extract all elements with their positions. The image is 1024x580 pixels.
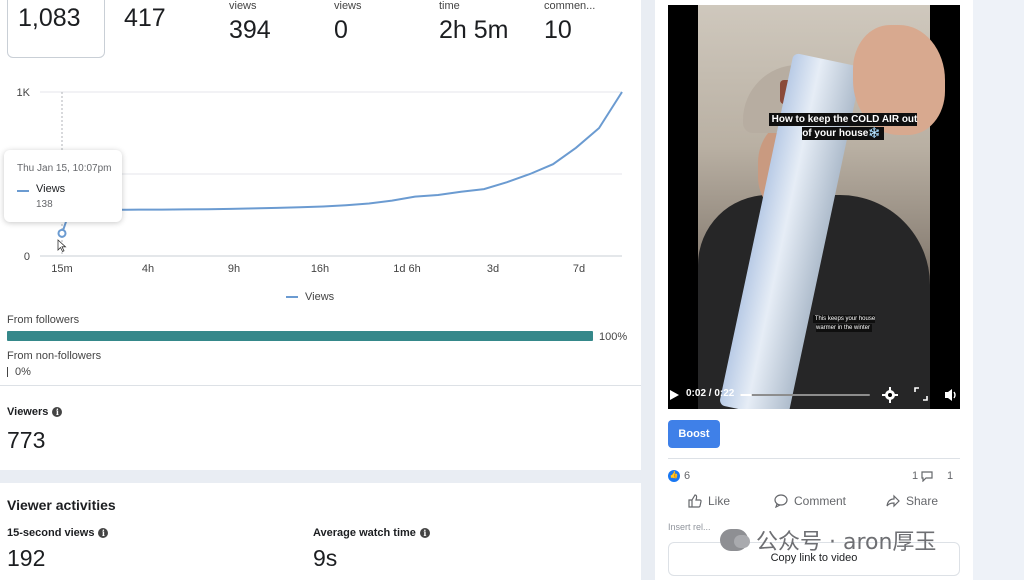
- video-caption-bottom: This keeps your house warmer in the wint…: [806, 315, 882, 333]
- watermark: 公众号 · aron厚玉: [720, 524, 936, 556]
- share-button[interactable]: Share: [886, 494, 938, 508]
- like-button[interactable]: Like: [688, 494, 730, 508]
- viewer-activities-panel: Viewer activities 15-second views i 192 …: [0, 483, 641, 580]
- post-preview-panel: How to keep the COLD AIR out of your hou…: [655, 0, 973, 580]
- non-followers-pct: 0%: [15, 366, 31, 378]
- fifteen-second-views-heading: 15-second views i: [7, 527, 109, 539]
- like-reaction-icon: 👍: [668, 470, 680, 482]
- tooltip-series-swatch: [17, 190, 29, 192]
- post-action-bar: Like Comment Share: [668, 494, 960, 514]
- chart-legend[interactable]: Views: [286, 291, 334, 303]
- video-time: 0:02 / 0:22: [686, 388, 735, 399]
- stat-label: 15-second views: [7, 527, 95, 539]
- non-followers-bar: [7, 367, 8, 377]
- views-series-line: [61, 91, 623, 234]
- followers-label: From followers: [7, 314, 80, 326]
- x-tick-label: 7d: [573, 263, 585, 275]
- viewers-heading: Viewers i: [7, 406, 63, 418]
- reactions-summary[interactable]: 👍 6: [668, 470, 690, 482]
- legend-label: Views: [305, 291, 335, 303]
- stat-value: 2h 5m: [439, 16, 509, 44]
- share-label: Share: [906, 494, 939, 508]
- stat-label: views: [229, 0, 257, 12]
- stat-label: commen...: [544, 0, 596, 12]
- non-followers-label: From non-followers: [7, 350, 102, 362]
- reactions-count: 6: [684, 470, 691, 482]
- stat-value: 417: [124, 4, 166, 32]
- x-tick-label: 15m: [51, 263, 72, 275]
- x-tick-label: 4h: [142, 263, 154, 275]
- info-icon[interactable]: i: [52, 407, 63, 417]
- y-tick-label: 1K: [17, 87, 31, 99]
- stat-value: 1,083: [18, 4, 81, 32]
- legend-swatch: [286, 296, 298, 298]
- x-tick-label: 16h: [311, 263, 329, 275]
- post-divider: [668, 458, 960, 459]
- followers-bar: [7, 331, 593, 341]
- info-icon[interactable]: i: [98, 528, 109, 538]
- tooltip-series-name: Views: [36, 183, 66, 195]
- video-player[interactable]: How to keep the COLD AIR out of your hou…: [668, 5, 960, 409]
- y-tick-label: 0: [24, 251, 30, 263]
- comment-button[interactable]: Comment: [774, 494, 846, 508]
- comment-bubble-icon: [921, 471, 933, 482]
- shares-count[interactable]: 1: [947, 470, 953, 482]
- embed-label: Insert rel...: [668, 522, 711, 532]
- average-watch-time-heading: Average watch time i: [313, 527, 430, 539]
- stat-label: Average watch time: [313, 527, 416, 539]
- watermark-text: 公众号 · aron厚玉: [756, 530, 937, 555]
- section-title: Viewer activities: [7, 497, 116, 513]
- play-icon[interactable]: [668, 389, 680, 401]
- shares-count-value: 1: [947, 470, 954, 482]
- insights-panel: 1,083 417 views 394 views 0 time 2h 5m c…: [0, 0, 641, 470]
- views-data-point[interactable]: [57, 228, 67, 238]
- page-background-strip: [973, 0, 1024, 580]
- comment-label: Comment: [794, 494, 847, 508]
- video-frame: How to keep the COLD AIR out of your hou…: [698, 5, 945, 409]
- stat-label: views: [334, 0, 362, 12]
- fullscreen-icon[interactable]: [914, 387, 928, 401]
- stat-label: time: [439, 0, 460, 12]
- comments-count-value: 1: [912, 470, 919, 482]
- fifteen-second-views-value: 192: [7, 545, 46, 571]
- chart-tooltip: Thu Jan 15, 10:07pm Views 138: [4, 150, 122, 222]
- x-tick-label: 1d 6h: [393, 263, 421, 275]
- video-progress-fill: [740, 394, 752, 396]
- stat-value: 0: [334, 16, 348, 44]
- comment-icon: [774, 494, 788, 508]
- video-progress-bar[interactable]: [740, 394, 870, 396]
- viewers-value: 773: [7, 427, 46, 453]
- stat-value: 10: [544, 16, 572, 44]
- followers-pct: 100%: [599, 331, 628, 343]
- boost-button[interactable]: Boost: [668, 420, 720, 448]
- video-controls: 0:02 / 0:22: [668, 381, 960, 409]
- x-tick-label: 9h: [228, 263, 240, 275]
- caption-text: How to keep the COLD AIR out of your hou…: [768, 113, 918, 140]
- wechat-logo-icon: [720, 529, 750, 551]
- thumbs-up-icon: [688, 494, 702, 508]
- like-label: Like: [708, 494, 731, 508]
- average-watch-time-value: 9s: [313, 545, 338, 571]
- info-icon[interactable]: i: [419, 528, 430, 538]
- section-divider: [0, 385, 641, 386]
- settings-gear-icon[interactable]: [882, 387, 898, 403]
- tooltip-value: 138: [36, 199, 53, 210]
- x-tick-label: 3d: [487, 263, 499, 275]
- caption-text: This keeps your house warmer in the wint…: [812, 315, 876, 332]
- comments-count[interactable]: 1: [912, 470, 933, 482]
- share-arrow-icon: [886, 494, 900, 508]
- stat-value: 394: [229, 16, 271, 44]
- video-caption-top: How to keep the COLD AIR out of your hou…: [768, 113, 918, 141]
- tooltip-date: Thu Jan 15, 10:07pm: [17, 163, 112, 174]
- viewers-label: Viewers: [7, 406, 49, 418]
- followers-bar-fill: [7, 331, 593, 341]
- volume-icon[interactable]: [944, 387, 958, 403]
